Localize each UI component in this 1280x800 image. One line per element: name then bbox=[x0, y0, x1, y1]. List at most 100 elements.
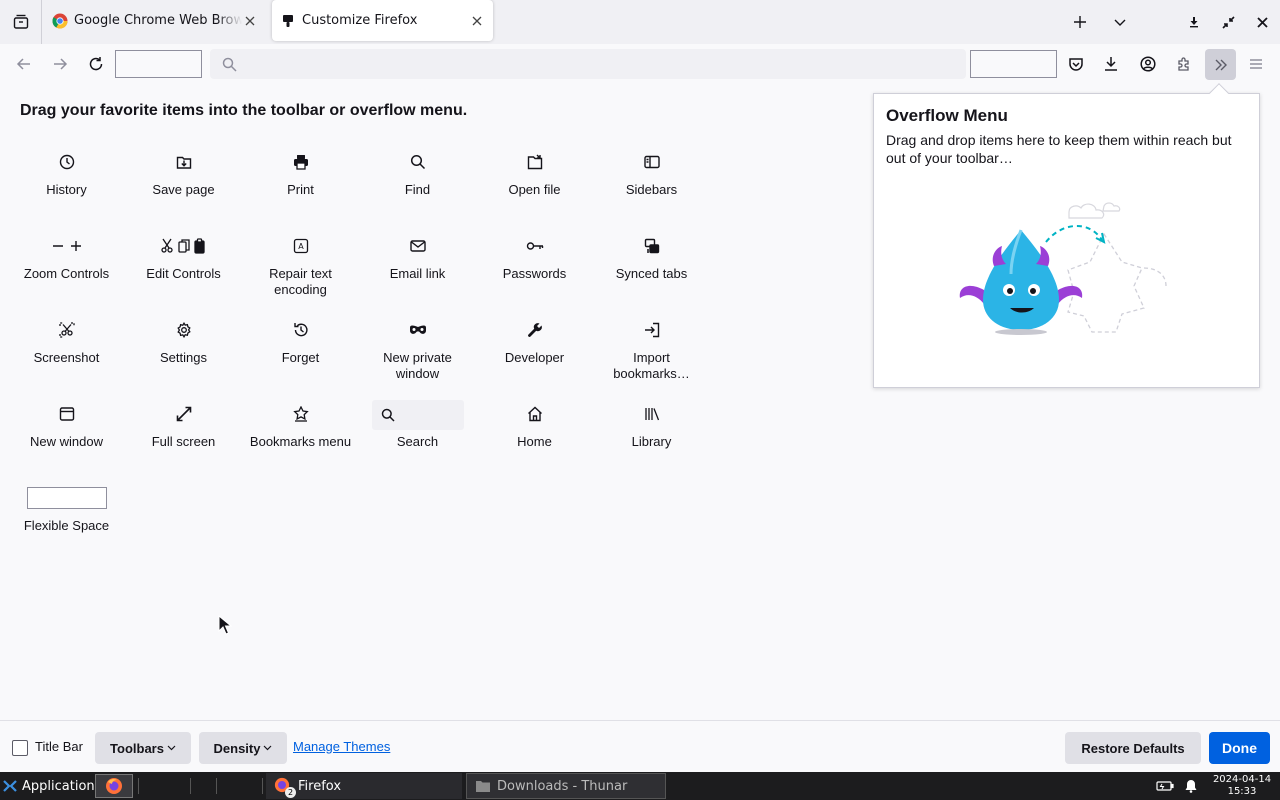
chevron-down-icon bbox=[1114, 19, 1126, 26]
palette-item-library[interactable]: Library bbox=[593, 394, 710, 474]
find-icon bbox=[410, 154, 425, 170]
back-button[interactable] bbox=[14, 54, 34, 74]
palette-item-sidebars[interactable]: Sidebars bbox=[593, 142, 710, 222]
battery-tray[interactable] bbox=[1156, 777, 1174, 795]
palette-item-find[interactable]: Find bbox=[359, 142, 476, 222]
palette-item-settings[interactable]: Settings bbox=[125, 310, 242, 390]
palette-item-new-private-window[interactable]: New private window bbox=[359, 310, 476, 390]
close-window-button[interactable] bbox=[1252, 12, 1272, 32]
customize-footer: Title Bar Toolbars Density Manage Themes… bbox=[0, 720, 1280, 772]
notifications-tray[interactable] bbox=[1182, 777, 1200, 795]
extensions-button[interactable] bbox=[1174, 54, 1194, 74]
text-encoding-icon: A bbox=[293, 238, 308, 254]
manage-themes-link[interactable]: Manage Themes bbox=[293, 739, 390, 754]
palette-item-passwords[interactable]: Passwords bbox=[476, 226, 593, 306]
palette-item-search[interactable]: Search bbox=[359, 394, 476, 474]
synced-tabs-icon bbox=[644, 238, 659, 254]
palette-label: Screenshot bbox=[33, 350, 100, 365]
palette-label: Save page bbox=[152, 182, 215, 197]
restore-window-button[interactable] bbox=[1218, 12, 1238, 32]
tab-list-button[interactable] bbox=[0, 0, 42, 44]
palette-label: Print bbox=[287, 182, 314, 197]
palette-item-new-window[interactable]: New window bbox=[8, 394, 125, 474]
forward-button[interactable] bbox=[50, 54, 70, 74]
palette-item-save-page[interactable]: Save page bbox=[125, 142, 242, 222]
taskbar-firefox-window[interactable]: 2 Firefox bbox=[266, 773, 462, 799]
restore-defaults-button[interactable]: Restore Defaults bbox=[1065, 732, 1201, 764]
tab-google-chrome[interactable]: Google Chrome Web Browser bbox=[44, 0, 266, 41]
overflow-dragon-illustration bbox=[959, 202, 1167, 335]
edit-controls-icon bbox=[160, 238, 205, 254]
navigation-toolbar bbox=[0, 44, 1280, 85]
palette-item-home[interactable]: Home bbox=[476, 394, 593, 474]
title-bar-checkbox[interactable] bbox=[12, 740, 28, 756]
palette-item-developer[interactable]: Developer bbox=[476, 310, 593, 390]
overflow-menu-panel[interactable]: Overflow Menu Drag and drop items here t… bbox=[873, 93, 1260, 388]
toolbars-dropdown[interactable]: Toolbars bbox=[95, 732, 191, 764]
taskbar-firefox-label: Firefox bbox=[298, 778, 342, 794]
account-button[interactable] bbox=[1138, 54, 1158, 74]
palette-item-forget[interactable]: Forget bbox=[242, 310, 359, 390]
palette-item-screenshot[interactable]: Screenshot bbox=[8, 310, 125, 390]
palette-item-synced-tabs[interactable]: Synced tabs bbox=[593, 226, 710, 306]
overflow-menu-button[interactable] bbox=[1205, 49, 1236, 80]
forward-arrow-icon bbox=[54, 58, 68, 70]
tab-customize-firefox[interactable]: Customize Firefox bbox=[272, 0, 493, 41]
puzzle-piece-icon bbox=[1178, 57, 1189, 71]
palette-label: Bookmarks menu bbox=[249, 434, 352, 449]
applications-menu[interactable]: Applications bbox=[2, 776, 101, 796]
new-tab-button[interactable] bbox=[1070, 12, 1090, 32]
chevron-down-icon bbox=[167, 745, 176, 751]
taskbar-thunar-window[interactable]: Downloads - Thunar bbox=[466, 773, 666, 799]
toolbar-flexible-space[interactable] bbox=[115, 50, 202, 78]
pocket-button[interactable] bbox=[1066, 54, 1086, 74]
minimize-icon bbox=[1190, 17, 1198, 28]
toolbars-label: Toolbars bbox=[110, 740, 164, 756]
reload-button[interactable] bbox=[86, 54, 106, 74]
bell-icon bbox=[1185, 780, 1197, 793]
palette-label: Library bbox=[631, 434, 672, 449]
palette-label: Repair text encoding bbox=[269, 266, 332, 297]
palette-item-zoom-controls[interactable]: Zoom Controls bbox=[8, 226, 125, 306]
print-icon bbox=[293, 155, 308, 170]
clock-time: 15:33 bbox=[1227, 786, 1257, 797]
clock-date: 2024-04-14 bbox=[1212, 774, 1272, 785]
palette-item-print[interactable]: Print bbox=[242, 142, 359, 222]
palette-item-full-screen[interactable]: Full screen bbox=[125, 394, 242, 474]
firefox-launcher[interactable] bbox=[95, 774, 133, 798]
minimize-window-button[interactable] bbox=[1184, 12, 1204, 32]
palette-label: New window bbox=[30, 434, 103, 449]
palette-label: Import bookmarks… bbox=[613, 350, 690, 381]
list-all-tabs-button[interactable] bbox=[1110, 12, 1130, 32]
tab-title: Customize Firefox bbox=[302, 13, 418, 28]
palette-item-import-bookmarks[interactable]: Import bookmarks… bbox=[593, 310, 710, 390]
toolbar-flexible-space[interactable] bbox=[970, 50, 1057, 78]
url-bar[interactable] bbox=[210, 49, 966, 79]
density-label: Density bbox=[213, 740, 261, 756]
palette-label: Email link bbox=[389, 266, 446, 281]
density-dropdown[interactable]: Density bbox=[199, 732, 287, 764]
applications-label: Applications bbox=[22, 778, 102, 794]
palette-item-edit-controls[interactable]: Edit Controls bbox=[125, 226, 242, 306]
open-file-icon bbox=[527, 154, 542, 170]
taskbar-separator bbox=[216, 778, 217, 794]
palette-item-bookmarks-menu[interactable]: Bookmarks menu bbox=[242, 394, 359, 474]
done-button[interactable]: Done bbox=[1209, 732, 1270, 764]
restore-defaults-label: Restore Defaults bbox=[1081, 740, 1185, 756]
palette-item-open-file[interactable]: Open file bbox=[476, 142, 593, 222]
palette-item-repair-text-encoding[interactable]: A Repair text encoding bbox=[242, 226, 359, 306]
close-tab-icon[interactable] bbox=[469, 13, 485, 29]
key-icon bbox=[526, 242, 543, 250]
palette-item-email-link[interactable]: Email link bbox=[359, 226, 476, 306]
close-tab-icon[interactable] bbox=[242, 13, 258, 29]
wrench-icon bbox=[527, 323, 542, 337]
palette-item-history[interactable]: History bbox=[8, 142, 125, 222]
pocket-icon bbox=[1069, 58, 1083, 71]
app-menu-button[interactable] bbox=[1246, 54, 1266, 74]
chrome-favicon-icon bbox=[52, 13, 68, 29]
bookmark-star-icon bbox=[292, 406, 309, 422]
clock[interactable]: 2024-04-14 15:33 bbox=[1208, 774, 1276, 798]
palette-item-flexible-space[interactable]: Flexible Space bbox=[8, 478, 125, 558]
firefox-group-icon: 2 bbox=[274, 777, 296, 798]
downloads-button[interactable] bbox=[1101, 54, 1121, 74]
